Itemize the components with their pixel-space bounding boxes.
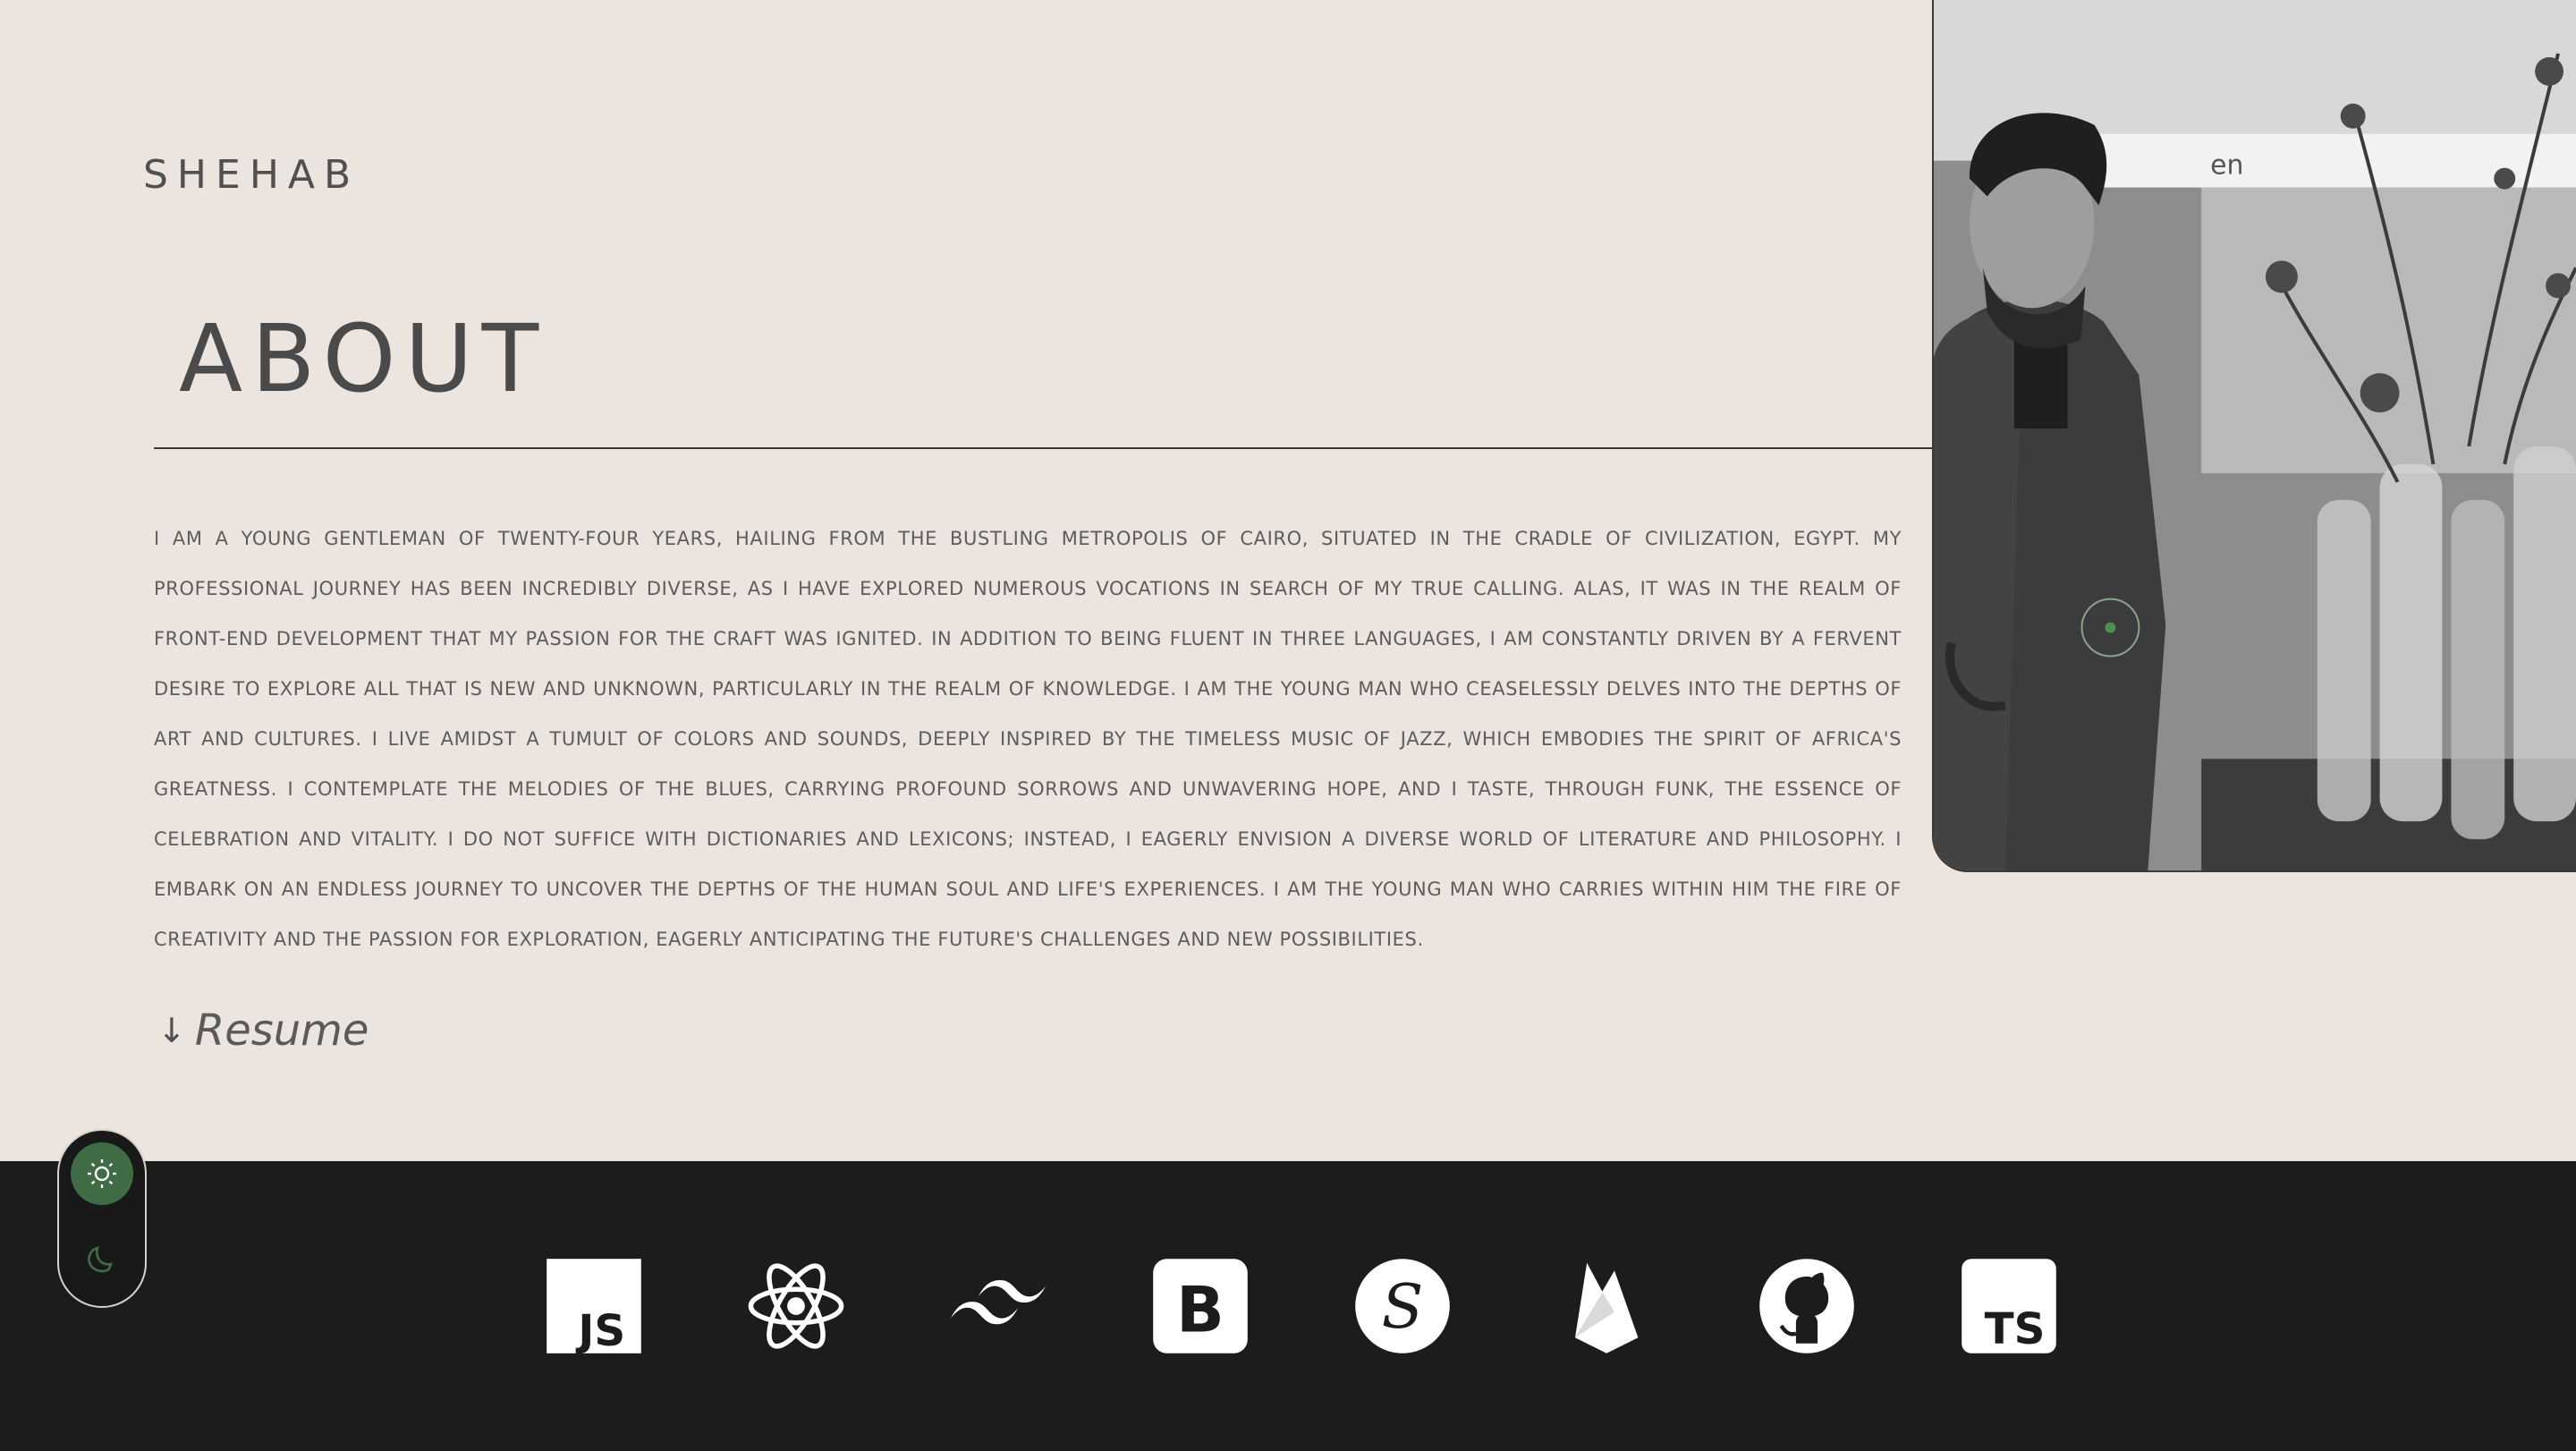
theme-toggle	[59, 1131, 145, 1306]
brand-logo[interactable]: SHEHAB	[143, 152, 360, 198]
portfolio-page: SHEHAB ABOUT I am a young gentleman of t…	[0, 0, 2576, 1451]
arrow-down-icon: ↓	[157, 1011, 186, 1050]
resume-label: Resume	[194, 1006, 369, 1056]
bootstrap-icon[interactable]: B	[1151, 1257, 1250, 1355]
page-title: ABOUT	[179, 304, 548, 413]
profile-photo-illustration: en	[1934, 0, 2576, 870]
about-section: SHEHAB ABOUT I am a young gentleman of t…	[0, 0, 2576, 1161]
javascript-icon[interactable]: JS	[545, 1257, 643, 1355]
react-icon[interactable]	[747, 1257, 845, 1355]
tech-stack-bar: JS B S TS	[0, 1161, 2576, 1451]
light-mode-button[interactable]	[71, 1142, 133, 1205]
svg-text:S: S	[1382, 1272, 1424, 1343]
firebase-icon[interactable]	[1555, 1257, 1654, 1355]
svg-text:JS: JS	[575, 1306, 625, 1355]
resume-link[interactable]: ↓ Resume	[157, 1006, 369, 1056]
tech-stack-list: JS B S TS	[0, 1161, 2576, 1451]
photo-sign-text: en	[2210, 150, 2243, 182]
profile-photo: en	[1932, 0, 2576, 872]
github-icon[interactable]	[1758, 1257, 1856, 1355]
sass-icon[interactable]: S	[1353, 1257, 1452, 1355]
tailwind-icon[interactable]	[949, 1257, 1047, 1355]
moon-icon	[88, 1246, 113, 1273]
title-divider	[154, 447, 1934, 449]
dark-mode-button[interactable]	[71, 1227, 133, 1290]
svg-text:B: B	[1176, 1274, 1224, 1347]
sun-icon	[88, 1159, 116, 1188]
typescript-icon[interactable]: TS	[1960, 1257, 2058, 1355]
about-paragraph: I am a young gentleman of twenty-four ye…	[154, 528, 1902, 950]
svg-text:TS: TS	[1985, 1304, 2046, 1354]
